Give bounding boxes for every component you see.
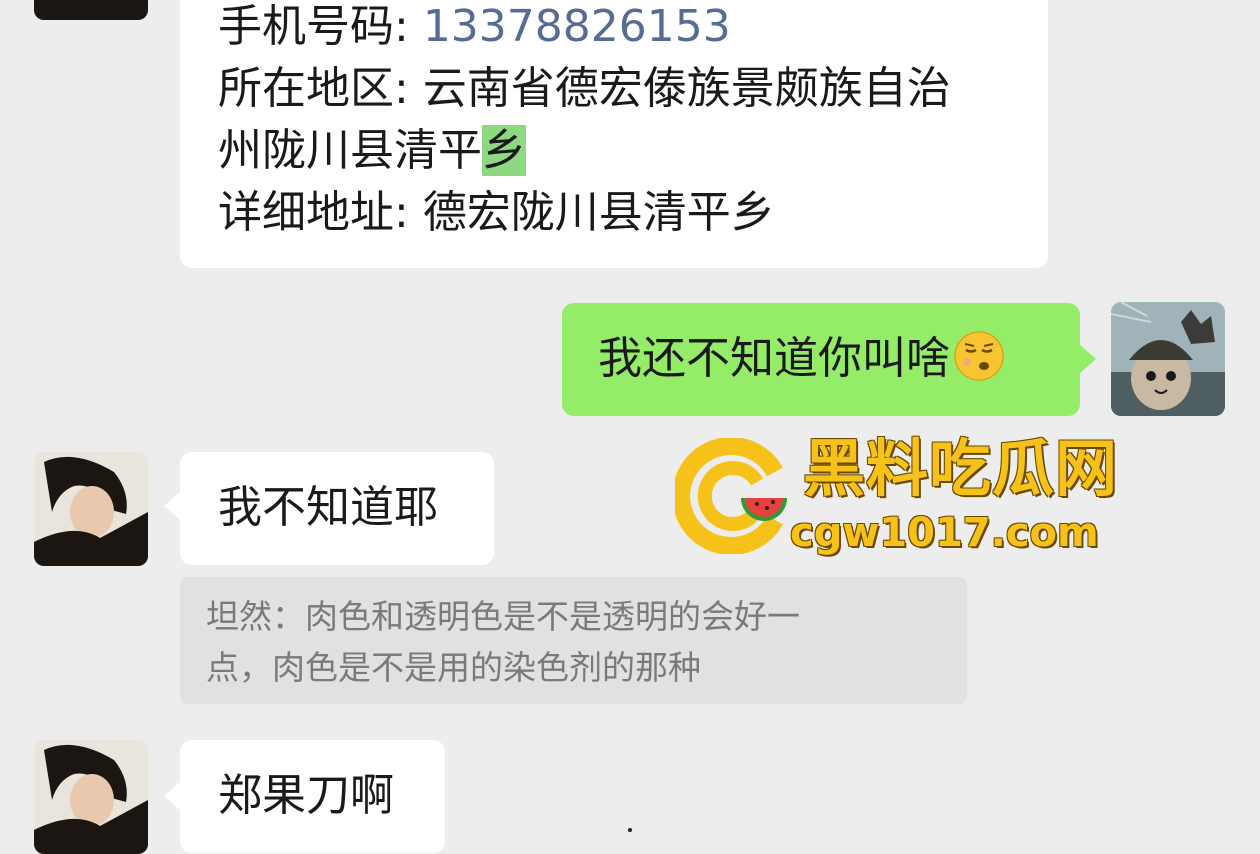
address-label: 详细地址: <box>218 187 423 238</box>
watermark: 黑料吃瓜网 cgw1017.com <box>675 432 1125 562</box>
message-bubble-other[interactable]: 我不知道耶 <box>180 452 494 565</box>
message-text: 郑果刀啊 <box>218 770 394 821</box>
region-row: 所在地区: 云南省德宏傣族景颇族自治 <box>218 58 1048 120</box>
phone-row: 手机号码: 13378826153 <box>218 0 1048 58</box>
region-label: 所在地区: <box>218 63 423 114</box>
contact-avatar[interactable] <box>34 740 148 854</box>
message-text: 我不知道耶 <box>218 482 438 533</box>
quote-line: 坦然：肉色和透明色是不是透明的会好一 <box>206 597 800 636</box>
quoted-message[interactable]: 坦然：肉色和透明色是不是透明的会好一 点，肉色是不是用的染色剂的那种 <box>180 577 967 704</box>
address-value: 德宏陇川县清平乡 <box>422 187 775 238</box>
smirk-emoji-icon <box>952 329 1006 383</box>
watermark-logo-icon <box>675 438 787 554</box>
quote-line: 点，肉色是不是用的染色剂的那种 <box>206 648 701 687</box>
contact-info-card: 手机号码: 13378826153 所在地区: 云南省德宏傣族景颇族自治 州陇川… <box>180 0 1048 268</box>
message-bubble-other[interactable]: 郑果刀啊 <box>180 740 445 853</box>
selected-text-highlight[interactable]: 乡 <box>482 125 526 176</box>
self-avatar[interactable] <box>1111 302 1225 416</box>
message-text: 我还不知道你叫啥 <box>598 333 950 384</box>
bubble-tail <box>164 782 180 810</box>
scroll-indicator <box>628 828 632 832</box>
contact-avatar[interactable] <box>34 452 148 566</box>
address-row: 详细地址: 德宏陇川县清平乡 <box>218 182 1048 244</box>
bubble-tail <box>164 492 180 520</box>
watermark-title: 黑料吃瓜网 <box>803 432 1119 505</box>
region-value-cont: 州陇川县清平 <box>218 125 482 176</box>
region-row-cont: 州陇川县清平乡 <box>218 120 1048 182</box>
phone-number-link[interactable]: 13378826153 <box>423 1 731 52</box>
phone-label: 手机号码: <box>218 1 423 52</box>
bubble-tail <box>1080 345 1096 373</box>
region-value: 云南省德宏傣族景颇族自治 <box>422 63 951 114</box>
watermark-url: cgw1017.com <box>790 510 1099 556</box>
message-bubble-self[interactable]: 我还不知道你叫啥 <box>562 303 1080 416</box>
contact-avatar[interactable] <box>34 0 148 20</box>
